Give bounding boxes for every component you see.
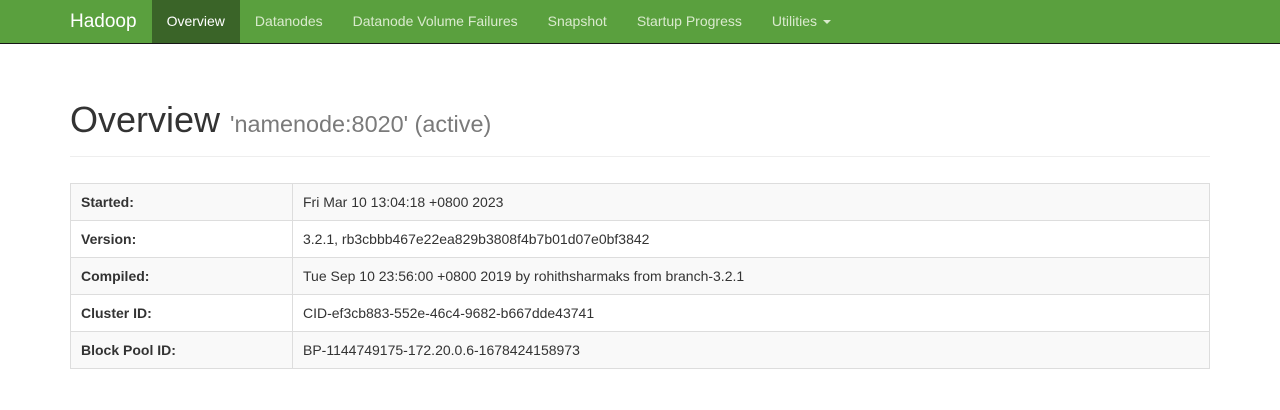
table-row-cluster-id: Cluster ID: CID-ef3cb883-552e-46c4-9682-…	[71, 294, 1210, 331]
row-value: 3.2.1, rb3cbbb467e22ea829b3808f4b7b01d07…	[293, 220, 1210, 257]
nav-item-snapshot[interactable]: Snapshot	[533, 0, 622, 43]
row-label: Compiled:	[71, 257, 293, 294]
table-row-version: Version: 3.2.1, rb3cbbb467e22ea829b3808f…	[71, 220, 1210, 257]
page-title-text: Overview	[70, 99, 220, 140]
page-title: Overview 'namenode:8020' (active)	[70, 100, 1210, 140]
table-row-block-pool-id: Block Pool ID: BP-1144749175-172.20.0.6-…	[71, 331, 1210, 368]
row-value: Fri Mar 10 13:04:18 +0800 2023	[293, 183, 1210, 220]
nav-item-startup-progress[interactable]: Startup Progress	[622, 0, 757, 43]
table-row-started: Started: Fri Mar 10 13:04:18 +0800 2023	[71, 183, 1210, 220]
brand-hadoop[interactable]: Hadoop	[70, 0, 152, 43]
row-label: Started:	[71, 183, 293, 220]
navbar-container: Hadoop Overview Datanodes Datanode Volum…	[70, 0, 1210, 43]
row-label: Block Pool ID:	[71, 331, 293, 368]
nav-item-overview[interactable]: Overview	[152, 0, 240, 43]
overview-info-table: Started: Fri Mar 10 13:04:18 +0800 2023 …	[70, 183, 1210, 369]
nav-item-datanode-volume-failures[interactable]: Datanode Volume Failures	[338, 0, 533, 43]
row-label: Version:	[71, 220, 293, 257]
main-content: Overview 'namenode:8020' (active) Starte…	[70, 100, 1210, 369]
top-navbar: Hadoop Overview Datanodes Datanode Volum…	[0, 0, 1280, 44]
table-row-compiled: Compiled: Tue Sep 10 23:56:00 +0800 2019…	[71, 257, 1210, 294]
row-value: BP-1144749175-172.20.0.6-1678424158973	[293, 331, 1210, 368]
row-value: CID-ef3cb883-552e-46c4-9682-b667dde43741	[293, 294, 1210, 331]
title-divider	[70, 156, 1210, 157]
nav-item-datanodes[interactable]: Datanodes	[240, 0, 338, 43]
page-subtitle: 'namenode:8020' (active)	[230, 111, 491, 137]
row-label: Cluster ID:	[71, 294, 293, 331]
nav-item-utilities-dropdown[interactable]: Utilities	[757, 0, 846, 43]
nav-item-utilities-label: Utilities	[772, 0, 817, 43]
row-value: Tue Sep 10 23:56:00 +0800 2019 by rohith…	[293, 257, 1210, 294]
caret-down-icon	[823, 20, 831, 24]
